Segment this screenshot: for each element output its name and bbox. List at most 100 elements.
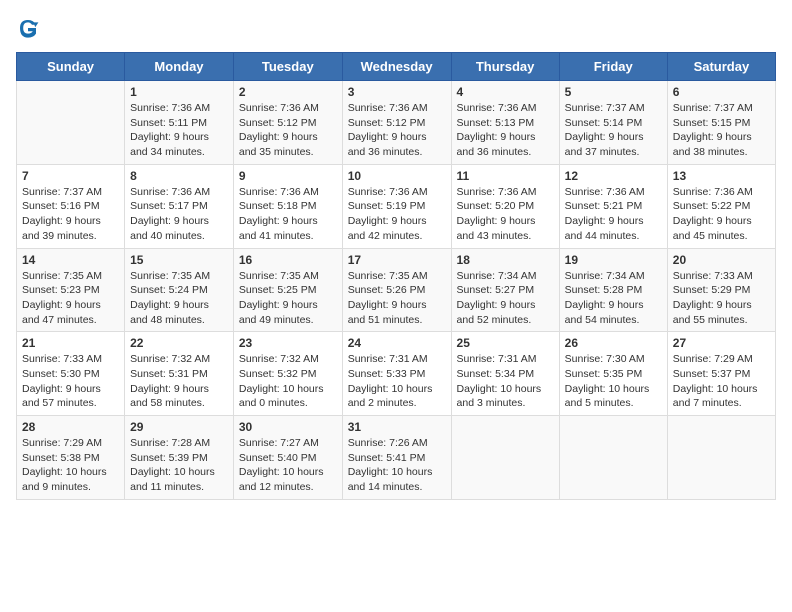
- day-number: 12: [565, 169, 662, 183]
- sunrise-text: Sunrise: 7:26 AM: [348, 437, 428, 449]
- daylight-text: Daylight: 9 hours and 43 minutes.: [457, 215, 536, 242]
- sunset-text: Sunset: 5:22 PM: [673, 200, 751, 212]
- sunset-text: Sunset: 5:18 PM: [239, 200, 317, 212]
- sunrise-text: Sunrise: 7:34 AM: [457, 270, 537, 282]
- calendar-cell: 8Sunrise: 7:36 AMSunset: 5:17 PMDaylight…: [125, 164, 234, 248]
- daylight-text: Daylight: 10 hours and 14 minutes.: [348, 466, 433, 493]
- sunset-text: Sunset: 5:38 PM: [22, 452, 100, 464]
- calendar-cell: 25 Sunrise: 7:31 AMSunset: 5:34 PMDayligh…: [451, 332, 559, 416]
- calendar-cell: 22Sunrise: 7:32 AMSunset: 5:31 PMDayligh…: [125, 332, 234, 416]
- sunset-text: Sunset: 5:12 PM: [348, 117, 426, 129]
- cell-content: Sunrise: 7:32 AM Sunset: 5:31 PM Daylight:…: [130, 352, 228, 411]
- sunset-text: Sunset: 5:31 PM: [130, 368, 208, 380]
- cell-content: Sunrise: 7:28 AMSunset: 5:39 PMDaylight:…: [130, 436, 228, 495]
- cell-content: Sunrise: 7:36 AMSunset: 5:21 PMDaylight:…: [565, 185, 662, 244]
- cell-content: Sunrise: 7:26 AMSunset: 5:41 PMDaylight:…: [348, 436, 446, 495]
- calendar-cell: 3Sunrise: 7:36 AMSunset: 5:12 PMDaylight…: [342, 81, 451, 165]
- daylight-text: Daylight: 9 hours and 40 minutes.: [130, 215, 209, 242]
- calendar-cell: 10Sunrise: 7:36 AMSunset: 5:19 PMDayligh…: [342, 164, 451, 248]
- sunrise-text: Sunrise: 7:31 AM: [348, 353, 428, 365]
- day-header-wednesday: Wednesday: [342, 53, 451, 81]
- day-number: 18: [457, 253, 554, 267]
- cell-content: Sunrise: 7:27 AMSunset: 5:40 PMDaylight:…: [239, 436, 337, 495]
- cell-content: Sunrise: 7:34 AMSunset: 5:27 PMDaylight:…: [457, 269, 554, 328]
- day-number: 21: [22, 336, 119, 350]
- daylight-text: Daylight: 10 hours and 3 minutes.: [457, 383, 542, 410]
- sunset-text: Sunset: 5:37 PM: [673, 368, 751, 380]
- sunset-text: Sunset: 5:21 PM: [565, 200, 643, 212]
- calendar-cell: 14Sunrise: 7:35 AMSunset: 5:23 PMDayligh…: [17, 248, 125, 332]
- daylight-text: Daylight: 9 hours and 35 minutes.: [239, 131, 318, 158]
- cell-content: Sunrise: 7:32 AMSunset: 5:32 PMDaylight:…: [239, 352, 337, 411]
- sunset-text: Sunset: 5:12 PM: [239, 117, 317, 129]
- week-row-0: 1Sunrise: 7:36 AMSunset: 5:11 PMDaylight…: [17, 81, 776, 165]
- sunrise-text: Sunrise: 7:37 AM: [565, 102, 645, 114]
- sunrise-text: Sunrise: 7:36 AM: [348, 186, 428, 198]
- calendar-cell: 20 Sunrise: 7:33 AMSunset: 5:29 PMDayligh…: [667, 248, 775, 332]
- sunset-text: Sunset: 5:32 PM: [239, 368, 317, 380]
- day-number: 17: [348, 253, 446, 267]
- cell-content: Sunrise: 7:35 AMSunset: 5:23 PMDaylight:…: [22, 269, 119, 328]
- cell-content: Sunrise: 7:33 AMSunset: 5:30 PMDaylight:…: [22, 352, 119, 411]
- day-header-tuesday: Tuesday: [233, 53, 342, 81]
- daylight-text: Daylight: 9 hours and 55 minutes.: [673, 299, 752, 326]
- cell-content: Sunrise: 7:36 AMSunset: 5:22 PMDaylight:…: [673, 185, 770, 244]
- sunrise-text: Sunrise: 7:33 AM: [673, 270, 753, 282]
- daylight-text: Daylight: 9 hours and 58 minutes.: [130, 383, 209, 410]
- calendar-cell: 5Sunrise: 7:37 AMSunset: 5:14 PMDaylight…: [559, 81, 667, 165]
- day-number: 6: [673, 85, 770, 99]
- day-number: 25: [457, 336, 554, 350]
- daylight-text: Daylight: 9 hours and 36 minutes.: [457, 131, 536, 158]
- calendar-cell: 16Sunrise: 7:35 AMSunset: 5:25 PMDayligh…: [233, 248, 342, 332]
- daylight-text: Daylight: 9 hours and 38 minutes.: [673, 131, 752, 158]
- day-number: 8: [130, 169, 228, 183]
- daylight-text: Daylight: 9 hours and 57 minutes.: [22, 383, 101, 410]
- sunrise-text: Sunrise: 7:31 AM: [457, 353, 537, 365]
- sunset-text: Sunset: 5:28 PM: [565, 284, 643, 296]
- day-number: 16: [239, 253, 337, 267]
- sunrise-text: Sunrise: 7:33 AM: [22, 353, 102, 365]
- cell-content: Sunrise: 7:36 AMSunset: 5:12 PMDaylight:…: [239, 101, 337, 160]
- sunset-text: Sunset: 5:23 PM: [22, 284, 100, 296]
- sunrise-text: Sunrise: 7:35 AM: [348, 270, 428, 282]
- calendar-cell: 19Sunrise: 7:34 AMSunset: 5:28 PMDayligh…: [559, 248, 667, 332]
- day-number: 26: [565, 336, 662, 350]
- sunrise-text: Sunrise: 7:36 AM: [348, 102, 428, 114]
- sunrise-text: Sunrise: 7:36 AM: [565, 186, 645, 198]
- week-row-2: 14Sunrise: 7:35 AMSunset: 5:23 PMDayligh…: [17, 248, 776, 332]
- sunset-text: Sunset: 5:24 PM: [130, 284, 208, 296]
- page-header: [16, 16, 776, 40]
- cell-content: Sunrise: 7:33 AMSunset: 5:29 PMDaylight:…: [673, 269, 770, 328]
- daylight-text: Daylight: 9 hours and 45 minutes.: [673, 215, 752, 242]
- day-number: 2: [239, 85, 337, 99]
- cell-content: Sunrise: 7:30 AMSunset: 5:35 PMDaylight:…: [565, 352, 662, 411]
- cell-content: Sunrise: 7:36 AMSunset: 5:18 PMDaylight:…: [239, 185, 337, 244]
- sunset-text: Sunset: 5:20 PM: [457, 200, 535, 212]
- calendar-cell: 4Sunrise: 7:36 AMSunset: 5:13 PMDaylight…: [451, 81, 559, 165]
- cell-content: Sunrise: 7:37 AMSunset: 5:16 PMDaylight:…: [22, 185, 119, 244]
- calendar-cell: [451, 416, 559, 500]
- day-header-monday: Monday: [125, 53, 234, 81]
- day-number: 11: [457, 169, 554, 183]
- sunrise-text: Sunrise: 7:36 AM: [130, 102, 210, 114]
- cell-content: Sunrise: 7:31 AMSunset: 5:33 PMDaylight:…: [348, 352, 446, 411]
- week-row-3: 21 Sunrise: 7:33 AMSunset: 5:30 PMDayligh…: [17, 332, 776, 416]
- daylight-text: Daylight: 9 hours and 37 minutes.: [565, 131, 644, 158]
- sunrise-text: Sunrise: 7:36 AM: [130, 186, 210, 198]
- cell-content: Sunrise: 7:29 AMSunset: 5:37 PMDaylight:…: [673, 352, 770, 411]
- calendar-cell: 18 Sunrise: 7:34 AMSunset: 5:27 PMDayligh…: [451, 248, 559, 332]
- cell-content: Sunrise: 7:35 AMSunset: 5:24 PMDaylight:…: [130, 269, 228, 328]
- day-number: 3: [348, 85, 446, 99]
- cell-content: Sunrise: 7:37 AMSunset: 5:14 PMDaylight:…: [565, 101, 662, 160]
- day-number: 20: [673, 253, 770, 267]
- sunset-text: Sunset: 5:15 PM: [673, 117, 751, 129]
- calendar-cell: 13Sunrise: 7:36 AMSunset: 5:22 PMDayligh…: [667, 164, 775, 248]
- calendar-cell: 11Sunrise: 7:36 AMSunset: 5:20 PMDayligh…: [451, 164, 559, 248]
- calendar-cell: 6Sunrise: 7:37 AMSunset: 5:15 PMDaylight…: [667, 81, 775, 165]
- sunset-text: Sunset: 5:40 PM: [239, 452, 317, 464]
- daylight-text: Daylight: 9 hours and 49 minutes.: [239, 299, 318, 326]
- daylight-text: Daylight: 10 hours and 2 minutes.: [348, 383, 433, 410]
- cell-content: Sunrise: 7:31 AMSunset: 5:34 PMDaylight:…: [457, 352, 554, 411]
- sunrise-text: Sunrise: 7:32 AM: [130, 353, 210, 365]
- logo-icon: [16, 16, 40, 40]
